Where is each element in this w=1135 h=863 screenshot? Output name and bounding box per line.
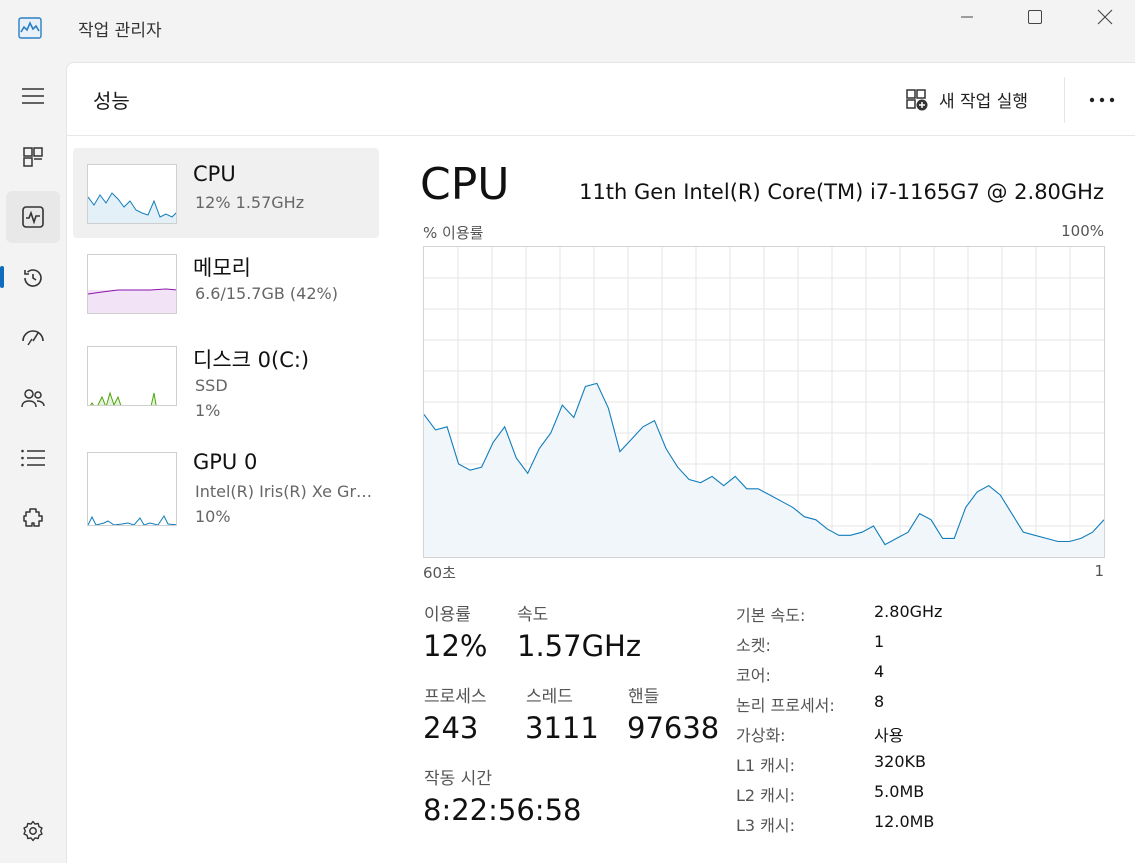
x-axis-end-label: 1 [1094, 562, 1104, 580]
spec-value: 12.0MB [874, 812, 935, 831]
memory-thumbnail [87, 254, 177, 314]
run-task-label: 새 작업 실행 [939, 92, 1029, 112]
list-item-disk[interactable]: 디스크 0(C:) SSD 1% [73, 332, 379, 422]
spec-label: 기본 속도: [736, 606, 806, 625]
details-icon [21, 449, 45, 467]
threads-label: 스레드 [526, 687, 573, 707]
y-max-label: 100% [1061, 222, 1104, 240]
spec-label: 코어: [736, 666, 771, 685]
utilization-value: 12% [423, 629, 488, 663]
list-item-name: CPU [193, 162, 236, 186]
maximize-button[interactable] [1000, 0, 1070, 34]
more-options-button[interactable] [1085, 85, 1119, 115]
detail-title: CPU [420, 159, 510, 210]
hamburger-icon [22, 88, 44, 104]
processes-icon [23, 147, 43, 167]
list-item-detail: SSD [195, 376, 228, 395]
cpu-model: 11th Gen Intel(R) Core(TM) i7-1165G7 @ 2… [579, 180, 1104, 204]
close-button[interactable] [1070, 0, 1135, 34]
minimize-icon [961, 16, 973, 18]
spec-value: 2.80GHz [874, 602, 943, 621]
spec-label: L2 캐시: [736, 786, 796, 805]
list-item-name: 메모리 [193, 256, 251, 280]
nav-processes[interactable] [6, 131, 60, 183]
list-item-usage: 1% [195, 401, 221, 420]
cpu-utilization-graph [423, 246, 1105, 558]
nav-startup[interactable] [6, 312, 60, 364]
nav-services[interactable] [6, 492, 60, 544]
spec-label: 논리 프로세서: [736, 696, 835, 715]
performance-icon [22, 206, 44, 228]
speed-label: 속도 [517, 605, 549, 625]
minimize-button[interactable] [932, 0, 1002, 34]
spec-value: 4 [874, 662, 885, 681]
more-icon [1089, 97, 1115, 103]
list-item-gpu[interactable]: GPU 0 Intel(R) Iris(R) Xe Gra... 10% [73, 438, 379, 528]
nav-settings[interactable] [6, 805, 60, 857]
settings-icon [23, 820, 43, 842]
uptime-value: 8:22:56:58 [423, 793, 582, 827]
run-new-task-button[interactable]: 새 작업 실행 [905, 87, 1028, 112]
list-item-name: GPU 0 [193, 450, 258, 474]
nav-app-history[interactable] [6, 252, 60, 304]
handles-value: 97638 [627, 711, 720, 745]
title-bar: 작업 관리자 [0, 0, 1135, 60]
header-divider [1064, 77, 1065, 123]
main-panel: 성능 새 작업 실행 CPU 12% 1.57GHz 메모리 6.6/15.7G… [66, 62, 1135, 863]
page-title: 성능 [93, 89, 130, 113]
services-icon [23, 508, 43, 527]
spec-value: 5.0MB [874, 782, 925, 801]
handles-label: 핸들 [628, 687, 660, 707]
nav-users[interactable] [6, 372, 60, 424]
spec-label: L3 캐시: [736, 816, 796, 835]
hamburger-button[interactable] [6, 70, 60, 122]
list-item-memory[interactable]: 메모리 6.6/15.7GB (42%) [73, 240, 379, 330]
list-item-detail: 12% 1.57GHz [195, 193, 305, 212]
uptime-label: 작동 시간 [424, 769, 492, 789]
spec-value: 사용 [874, 726, 904, 745]
x-axis-start-label: 60초 [423, 564, 456, 582]
spec-label: 가상화: [736, 726, 786, 745]
list-item-detail: 6.6/15.7GB (42%) [195, 284, 338, 303]
list-item-usage: 10% [195, 507, 231, 526]
startup-icon [22, 330, 44, 346]
spec-value: 320KB [874, 752, 927, 771]
nav-performance[interactable] [6, 191, 60, 243]
spec-value: 8 [874, 692, 885, 711]
gpu-thumbnail [87, 452, 177, 526]
nav-rail [0, 60, 66, 863]
page-header: 성능 새 작업 실행 [67, 63, 1135, 136]
run-task-icon [906, 88, 928, 110]
window-title: 작업 관리자 [78, 21, 162, 41]
active-indicator [0, 266, 4, 288]
speed-value: 1.57GHz [517, 629, 642, 663]
spec-value: 1 [874, 632, 885, 651]
list-item-detail: Intel(R) Iris(R) Xe Gra... [195, 482, 377, 501]
spec-label: L1 캐시: [736, 756, 796, 775]
disk-thumbnail [87, 346, 177, 406]
maximize-icon [1028, 10, 1042, 24]
spec-label: 소켓: [736, 636, 771, 655]
processes-label: 프로세스 [424, 687, 487, 707]
list-item-name: 디스크 0(C:) [193, 348, 310, 372]
processes-value: 243 [423, 711, 479, 745]
cpu-thumbnail [87, 164, 177, 224]
app-history-icon [24, 269, 42, 287]
utilization-label: 이용률 [424, 605, 471, 625]
close-icon [1097, 9, 1113, 25]
y-axis-label: % 이용률 [423, 224, 484, 242]
users-icon [21, 389, 45, 408]
list-item-cpu[interactable]: CPU 12% 1.57GHz [73, 148, 379, 238]
nav-details[interactable] [6, 432, 60, 484]
threads-value: 3111 [525, 711, 599, 745]
task-manager-icon [18, 17, 42, 39]
